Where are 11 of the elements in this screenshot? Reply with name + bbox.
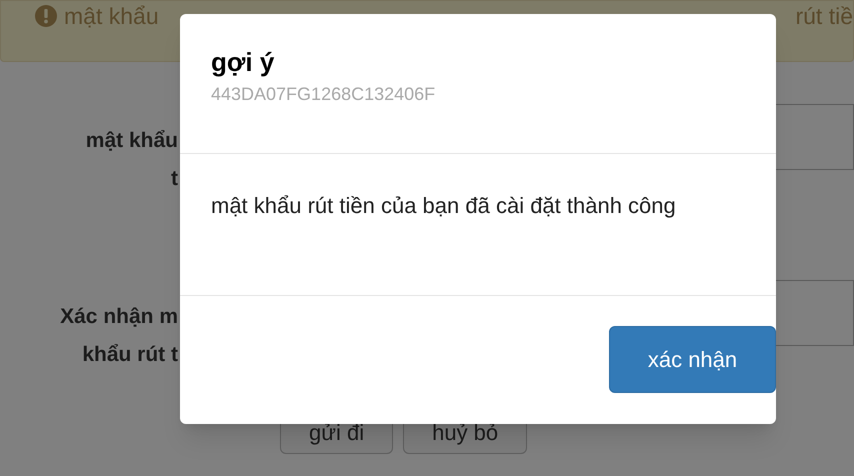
field-label: mật khẩu <box>86 128 178 154</box>
dialog-title: gợi ý <box>211 46 276 79</box>
dialog-message: mật khẩu rút tiền của bạn đã cài đặt thành công <box>211 192 677 220</box>
alert-text: mật khẩu <box>64 2 159 30</box>
field-label: Xác nhận m <box>60 304 178 330</box>
dialog-code: 443DA07FG1268C132406F <box>211 83 436 106</box>
exclamation-icon <box>34 4 58 28</box>
alert-text: rút tiề <box>795 2 853 30</box>
field-label: khẩu rút t <box>82 342 178 368</box>
confirm-button[interactable]: xác nhận <box>609 326 776 393</box>
field-label: t <box>171 166 178 192</box>
